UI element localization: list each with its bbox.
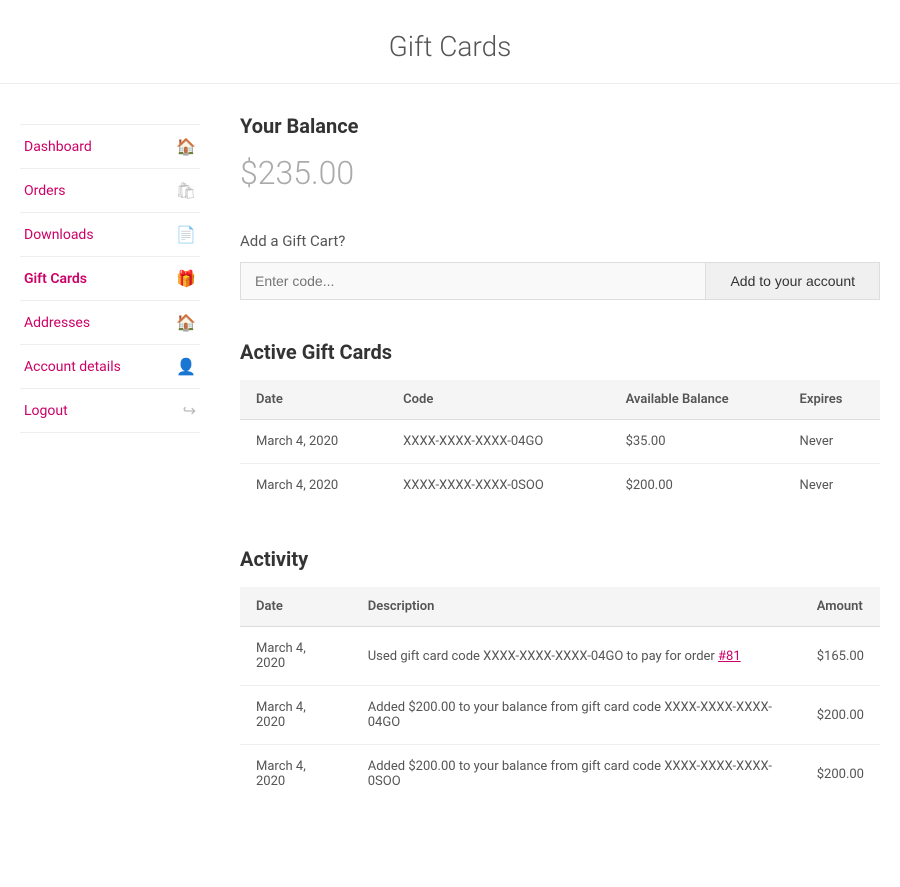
gift-cards-icon: 🎁 [176,269,196,288]
account-details-icon: 👤 [176,357,196,376]
logout-icon: ↪ [183,401,196,420]
add-gift-section: Add a Gift Cart? Add to your account [240,232,880,300]
table-row: March 4, 2020 Added $200.00 to your bala… [240,686,880,745]
card-date: March 4, 2020 [240,464,387,508]
activity-table: Date Description Amount March 4, 2020 Us… [240,587,880,803]
activity-description: Added $200.00 to your balance from gift … [352,745,801,804]
card-balance: $200.00 [610,464,784,508]
sidebar-label-addresses: Addresses [24,315,90,331]
main-content: Your Balance $235.00 Add a Gift Cart? Ad… [200,114,880,843]
table-row: March 4, 2020 XXXX-XXXX-XXXX-04GO $35.00… [240,420,880,464]
balance-title: Your Balance [240,114,880,138]
col-date: Date [240,380,387,420]
sidebar-item-logout[interactable]: Logout ↪ [20,389,200,433]
table-row: March 4, 2020 Added $200.00 to your bala… [240,745,880,804]
col-code: Code [387,380,609,420]
page-title: Gift Cards [0,0,900,84]
card-code: XXXX-XXXX-XXXX-0SOO [387,464,609,508]
activity-amount: $200.00 [801,686,880,745]
orders-icon: 🛍 [176,181,196,200]
sidebar-item-downloads[interactable]: Downloads 📄 [20,213,200,257]
active-cards-table: Date Code Available Balance Expires Marc… [240,380,880,507]
activity-date: March 4, 2020 [240,627,352,686]
balance-section: Your Balance $235.00 [240,114,880,192]
card-date: March 4, 2020 [240,420,387,464]
activity-date: March 4, 2020 [240,686,352,745]
sidebar-item-addresses[interactable]: Addresses 🏠 [20,301,200,345]
sidebar-label-gift-cards: Gift Cards [24,271,87,287]
activity-amount: $200.00 [801,745,880,804]
sidebar-label-account-details: Account details [24,359,121,375]
col-balance: Available Balance [610,380,784,420]
dashboard-icon: 🏠 [176,137,196,156]
activity-date: March 4, 2020 [240,745,352,804]
sidebar-label-logout: Logout [24,403,68,419]
activity-header-row: Date Description Amount [240,587,880,627]
sidebar: Dashboard 🏠 Orders 🛍 Downloads 📄 Gift Ca… [20,114,200,843]
activity-col-date: Date [240,587,352,627]
order-link[interactable]: #81 [718,649,741,664]
card-balance: $35.00 [610,420,784,464]
activity-col-amount: Amount [801,587,880,627]
table-row: March 4, 2020 XXXX-XXXX-XXXX-0SOO $200.0… [240,464,880,508]
active-cards-header-row: Date Code Available Balance Expires [240,380,880,420]
activity-description: Used gift card code XXXX-XXXX-XXXX-04GO … [352,627,801,686]
activity-amount: $165.00 [801,627,880,686]
card-expires: Never [784,420,880,464]
col-expires: Expires [784,380,880,420]
add-gift-form: Add to your account [240,262,880,300]
table-row: March 4, 2020 Used gift card code XXXX-X… [240,627,880,686]
activity-description: Added $200.00 to your balance from gift … [352,686,801,745]
downloads-icon: 📄 [176,225,196,244]
balance-amount: $235.00 [240,154,880,192]
sidebar-label-orders: Orders [24,183,66,199]
add-to-account-button[interactable]: Add to your account [706,262,880,300]
active-cards-title: Active Gift Cards [240,340,880,364]
sidebar-item-dashboard[interactable]: Dashboard 🏠 [20,124,200,169]
gift-code-input[interactable] [240,262,706,300]
card-code: XXXX-XXXX-XXXX-04GO [387,420,609,464]
sidebar-item-gift-cards[interactable]: Gift Cards 🎁 [20,257,200,301]
add-gift-label: Add a Gift Cart? [240,232,880,250]
card-expires: Never [784,464,880,508]
sidebar-label-dashboard: Dashboard [24,139,92,155]
sidebar-label-downloads: Downloads [24,227,94,243]
sidebar-item-orders[interactable]: Orders 🛍 [20,169,200,213]
sidebar-item-account-details[interactable]: Account details 👤 [20,345,200,389]
active-gift-cards-section: Active Gift Cards Date Code Available Ba… [240,340,880,507]
activity-title: Activity [240,547,880,571]
activity-section: Activity Date Description Amount March 4… [240,547,880,803]
activity-col-description: Description [352,587,801,627]
addresses-icon: 🏠 [176,313,196,332]
